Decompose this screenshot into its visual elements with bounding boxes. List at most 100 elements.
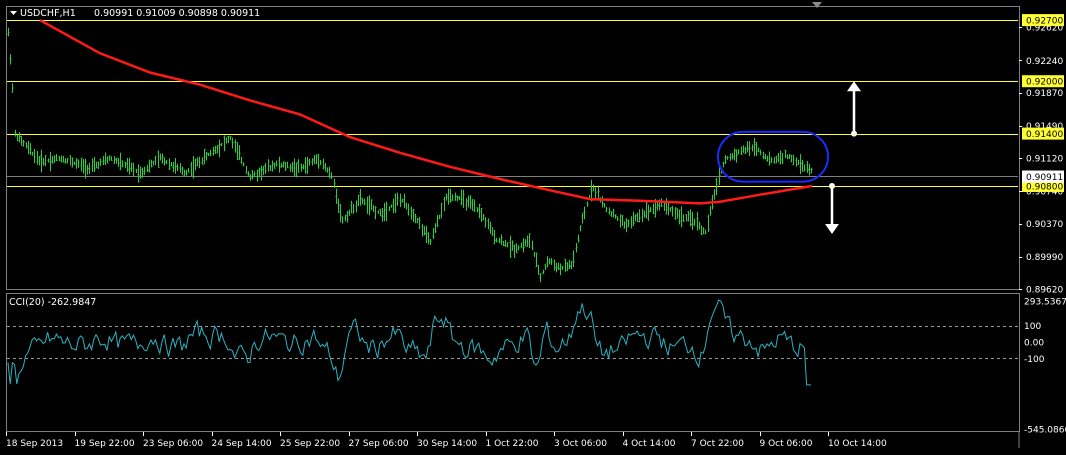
price-bar bbox=[212, 146, 215, 156]
price-bar bbox=[416, 218, 419, 224]
cci-tick-label: -100 bbox=[1024, 355, 1045, 365]
price-bar bbox=[511, 240, 514, 251]
level-tag-label: 0.92700 bbox=[1026, 17, 1063, 27]
price-bar bbox=[704, 229, 707, 235]
price-bar bbox=[656, 202, 659, 211]
price-bar bbox=[641, 208, 644, 223]
cci-tick-label: 0.00 bbox=[1024, 338, 1044, 348]
price-bar bbox=[7, 27, 10, 37]
moving-average-line[interactable] bbox=[39, 19, 813, 205]
price-bar bbox=[616, 216, 619, 221]
price-bar bbox=[608, 207, 611, 215]
price-bar bbox=[293, 158, 296, 177]
price-bar bbox=[130, 162, 133, 173]
price-bar bbox=[645, 201, 648, 219]
price-bar bbox=[438, 214, 441, 220]
price-bar bbox=[735, 149, 738, 163]
price-bar bbox=[693, 218, 696, 226]
arrow-up-icon[interactable] bbox=[847, 81, 861, 137]
price-bar bbox=[665, 198, 668, 215]
price-bar bbox=[566, 262, 569, 272]
arrow-down-icon[interactable] bbox=[825, 182, 839, 234]
price-bar bbox=[709, 205, 712, 216]
price-axis: 0.926200.922400.918700.914900.911200.907… bbox=[1019, 14, 1064, 296]
price-bar bbox=[592, 184, 595, 192]
price-bar bbox=[687, 211, 690, 222]
price-bar bbox=[414, 213, 417, 224]
price-bar bbox=[539, 272, 542, 283]
price-bar bbox=[170, 161, 173, 167]
time-tick-label: 4 Oct 14:00 bbox=[623, 439, 676, 449]
price-bar bbox=[427, 232, 430, 245]
price-bar bbox=[410, 206, 413, 220]
price-bar bbox=[361, 198, 364, 204]
price-bar bbox=[586, 201, 589, 207]
price-bar bbox=[159, 153, 162, 161]
price-bar bbox=[278, 156, 281, 173]
price-bar bbox=[284, 162, 287, 171]
price-bar bbox=[203, 148, 206, 165]
price-bar bbox=[337, 198, 340, 213]
price-bar bbox=[500, 234, 503, 246]
price-bar bbox=[482, 213, 485, 221]
price-bar bbox=[504, 239, 507, 247]
price-bar bbox=[731, 152, 734, 160]
price-bar bbox=[746, 141, 749, 153]
price-bar bbox=[152, 160, 155, 166]
time-tick-label: 25 Sep 22:00 bbox=[280, 439, 340, 449]
price-bar bbox=[38, 155, 41, 166]
price-bar bbox=[104, 152, 107, 166]
price-bar bbox=[788, 154, 791, 160]
price-bar bbox=[581, 212, 584, 224]
price-bar bbox=[82, 158, 85, 174]
price-bar bbox=[143, 166, 146, 175]
price-bar bbox=[555, 262, 558, 273]
price-bar bbox=[192, 156, 195, 179]
price-bar bbox=[47, 158, 50, 163]
price-bar bbox=[797, 159, 800, 166]
price-bar bbox=[768, 151, 771, 166]
price-bar bbox=[647, 204, 650, 221]
price-bar bbox=[546, 256, 549, 268]
price-bar bbox=[132, 162, 135, 177]
price-bar bbox=[256, 169, 259, 182]
price-bar bbox=[377, 210, 380, 215]
chart-shift-icon[interactable] bbox=[812, 2, 822, 8]
price-tick-label: 0.92240 bbox=[1026, 57, 1063, 67]
price-bar bbox=[392, 198, 395, 214]
price-bar bbox=[234, 139, 237, 153]
price-bar bbox=[346, 210, 349, 223]
price-bar bbox=[240, 157, 243, 164]
price-bar bbox=[764, 153, 767, 160]
price-bar bbox=[434, 223, 437, 234]
price-bar bbox=[777, 152, 780, 162]
price-bar bbox=[748, 141, 751, 156]
price-bar bbox=[583, 206, 586, 220]
price-bar bbox=[93, 156, 96, 172]
price-bar bbox=[168, 158, 171, 170]
price-bar bbox=[473, 199, 476, 212]
price-bar bbox=[187, 167, 190, 173]
price-bar bbox=[605, 206, 608, 212]
price-bar bbox=[385, 201, 388, 222]
price-bar bbox=[14, 130, 17, 137]
price-bar bbox=[432, 228, 435, 240]
price-bar bbox=[9, 54, 12, 65]
price-bar bbox=[619, 214, 622, 228]
price-tick-label: 0.91120 bbox=[1026, 155, 1063, 165]
price-bar bbox=[42, 158, 45, 166]
price-bar bbox=[242, 162, 245, 167]
price-bar bbox=[372, 205, 375, 213]
price-bar bbox=[73, 161, 76, 166]
price-bar bbox=[570, 260, 573, 270]
price-bar bbox=[119, 152, 122, 171]
price-bar bbox=[22, 139, 25, 147]
price-bar bbox=[790, 154, 793, 163]
chart-menu-icon[interactable] bbox=[10, 11, 17, 15]
price-bar bbox=[495, 237, 498, 243]
time-tick-label: 19 Sep 22:00 bbox=[75, 439, 135, 449]
price-bar bbox=[315, 154, 318, 165]
price-bar bbox=[366, 196, 369, 214]
price-bar bbox=[429, 238, 432, 246]
price-bar bbox=[260, 165, 263, 181]
